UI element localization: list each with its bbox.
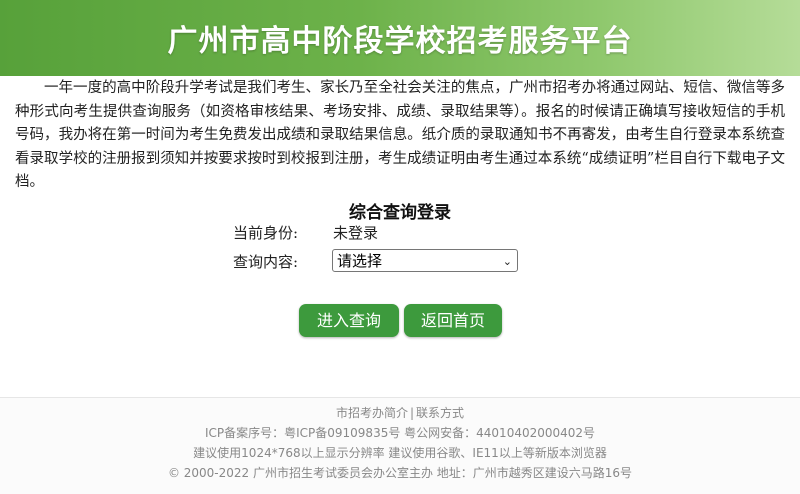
copyright: © 2000-2022 广州市招生考试委员会办公室主办 地址：广州市越秀区建设六… (167, 466, 633, 480)
contact-link[interactable]: 联系方式 (416, 406, 464, 420)
site-title: 广州市高中阶段学校招考服务平台 (167, 24, 633, 59)
select-value: 请选择 (337, 252, 383, 270)
about-link[interactable]: 市招考办简介 (336, 406, 408, 420)
header-banner: 广州市高中阶段学校招考服务平台 (0, 0, 800, 76)
query-content-select[interactable]: 请选择 ⌄ (332, 249, 518, 272)
identity-row: 当前身份: 未登录 (233, 222, 378, 243)
browser-tip: 建议使用1024*768以上显示分辨率 建议使用谷歌、IE11以上等新版本浏览器 (193, 446, 607, 460)
login-title: 综合查询登录 (349, 202, 451, 223)
footer-links: 市招考办简介 | 联系方式 (0, 403, 800, 423)
intro-section: 一年一度的高中阶段升学考试是我们考生、家长乃至全社会关注的焦点，广州市招考办将通… (0, 76, 800, 195)
icp-info: ICP备案序号：粤ICP备09109835号 粤公网安备：44010402000… (204, 426, 596, 440)
enter-query-button[interactable]: 进入查询 (299, 304, 399, 337)
query-content-row: 查询内容: (233, 251, 333, 272)
chevron-down-icon: ⌄ (502, 255, 512, 268)
identity-label: 当前身份: (233, 224, 299, 242)
footer: 市招考办简介 | 联系方式 ICP备案序号：粤ICP备09109835号 粤公网安备… (0, 397, 800, 494)
query-content-label: 查询内容: (233, 253, 299, 271)
back-home-button[interactable]: 返回首页 (404, 304, 502, 337)
footer-separator: | (409, 406, 415, 420)
identity-value: 未登录 (333, 224, 379, 242)
intro-text: 一年一度的高中阶段升学考试是我们考生、家长乃至全社会关注的焦点，广州市招考办将通… (15, 80, 785, 190)
